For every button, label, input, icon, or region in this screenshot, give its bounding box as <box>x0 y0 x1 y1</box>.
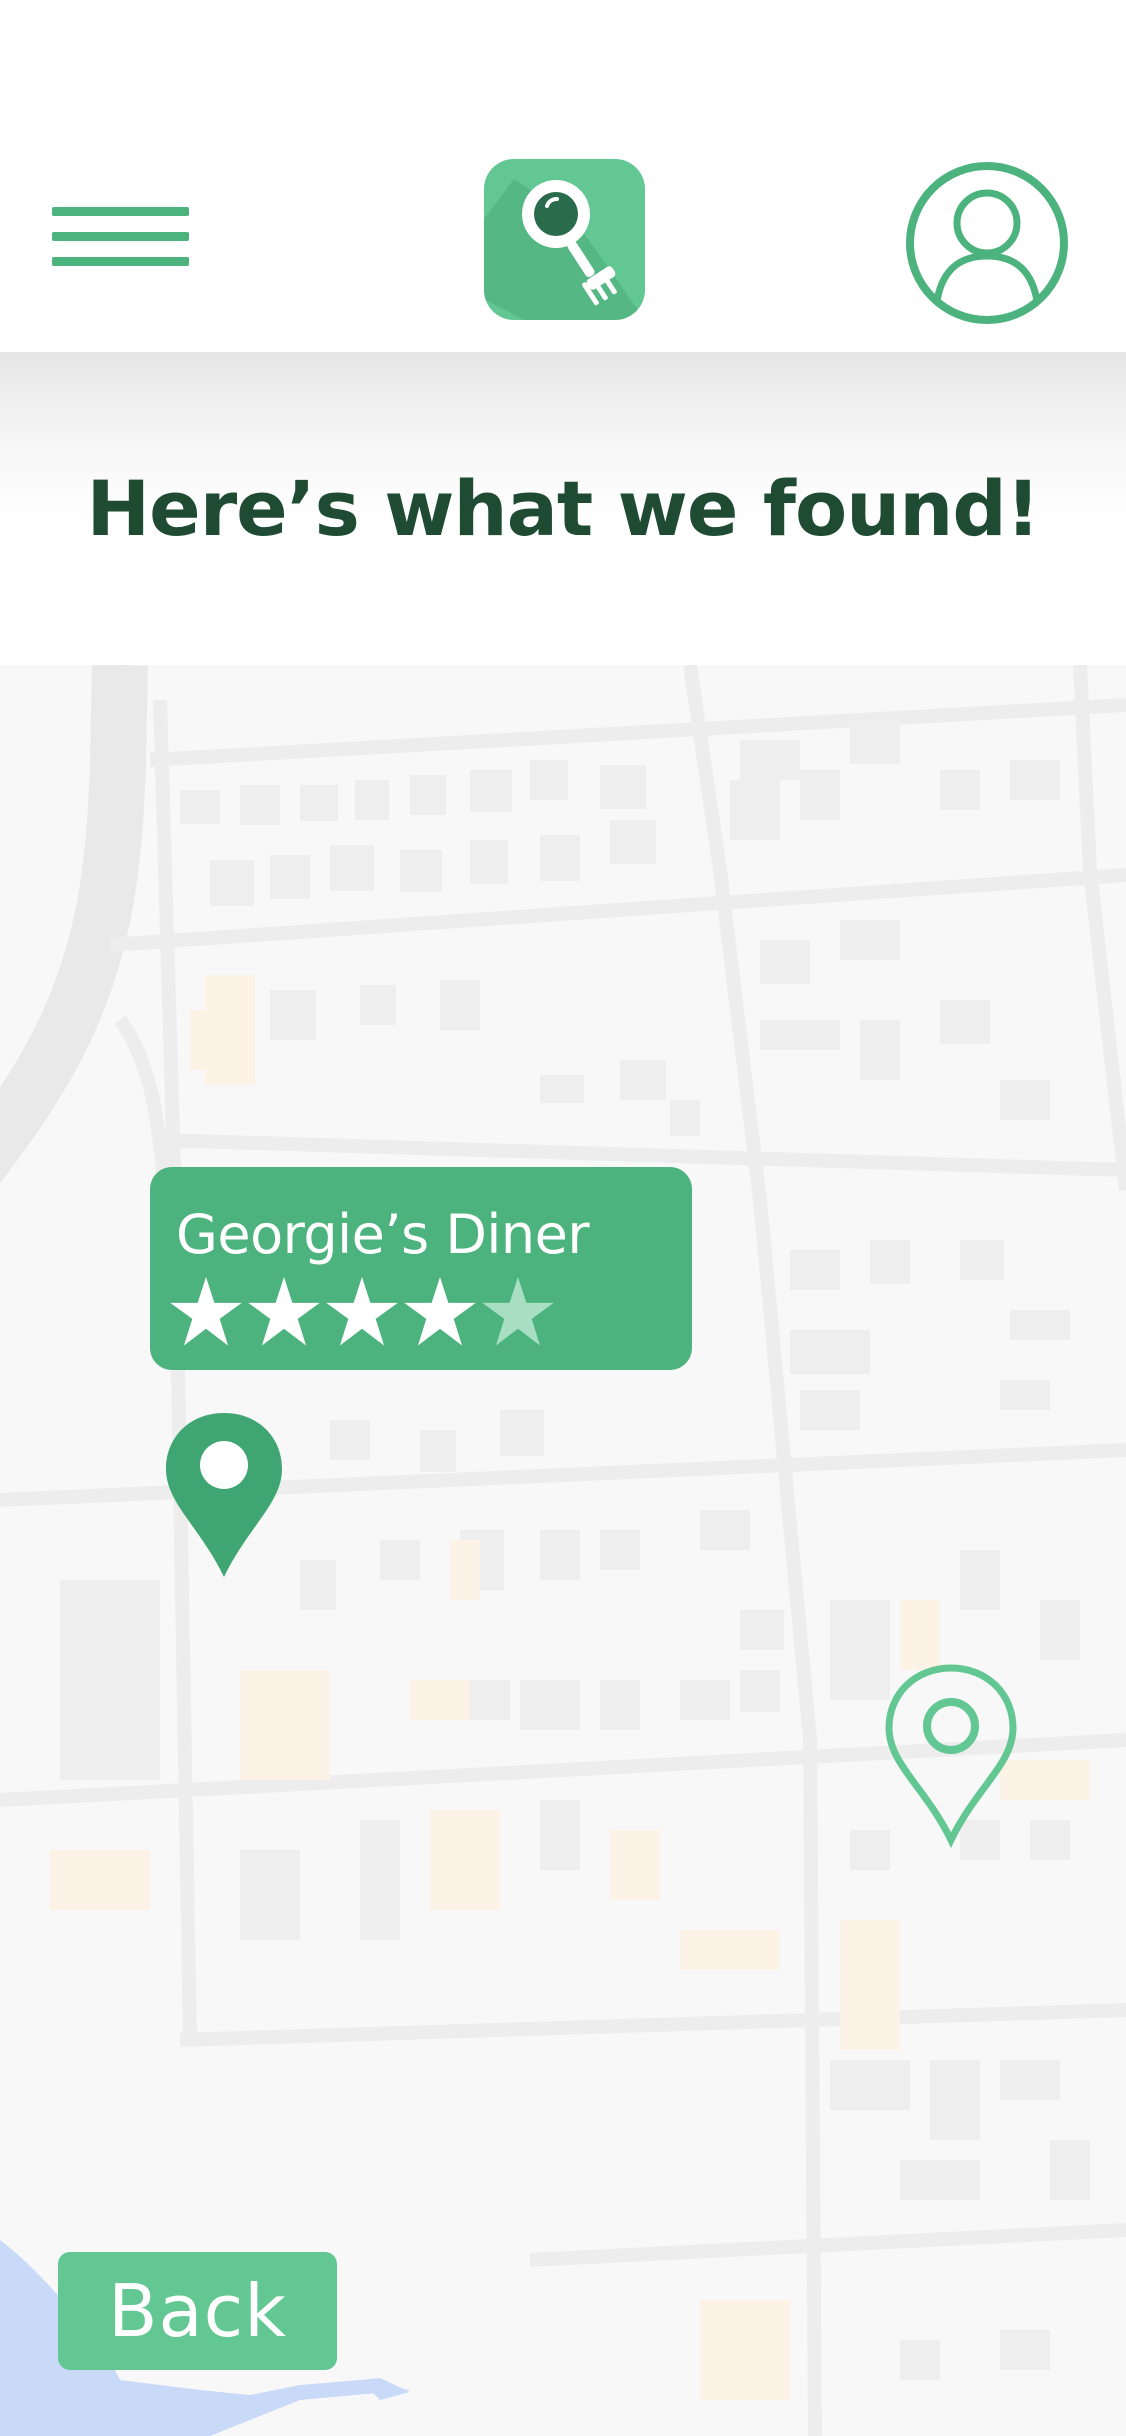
star-icon <box>326 1277 398 1346</box>
app-logo <box>484 159 645 320</box>
place-name: Georgie’s Diner <box>176 1203 590 1266</box>
back-button-label: Back <box>108 2269 287 2353</box>
star-icon <box>248 1277 320 1346</box>
menu-button[interactable] <box>40 190 200 296</box>
page-title: Here’s what we found! <box>86 464 1041 553</box>
hamburger-menu-icon <box>40 190 200 296</box>
map-pin-selected[interactable] <box>160 1407 288 1583</box>
map-pin-filled-icon <box>166 1413 282 1577</box>
back-button[interactable]: Back <box>58 2252 337 2370</box>
star-rating <box>168 1274 554 1350</box>
place-popup[interactable]: Georgie’s Diner <box>150 1167 692 1370</box>
star-icon <box>170 1277 242 1346</box>
profile-button[interactable] <box>905 161 1069 325</box>
magnifier-fork-logo-icon <box>484 179 645 320</box>
map-pin-outline-icon <box>885 1664 1017 1849</box>
star-icon <box>482 1277 554 1346</box>
map-pin-unselected[interactable] <box>882 1660 1020 1849</box>
star-icon <box>404 1277 476 1346</box>
user-profile-icon <box>906 162 1068 324</box>
